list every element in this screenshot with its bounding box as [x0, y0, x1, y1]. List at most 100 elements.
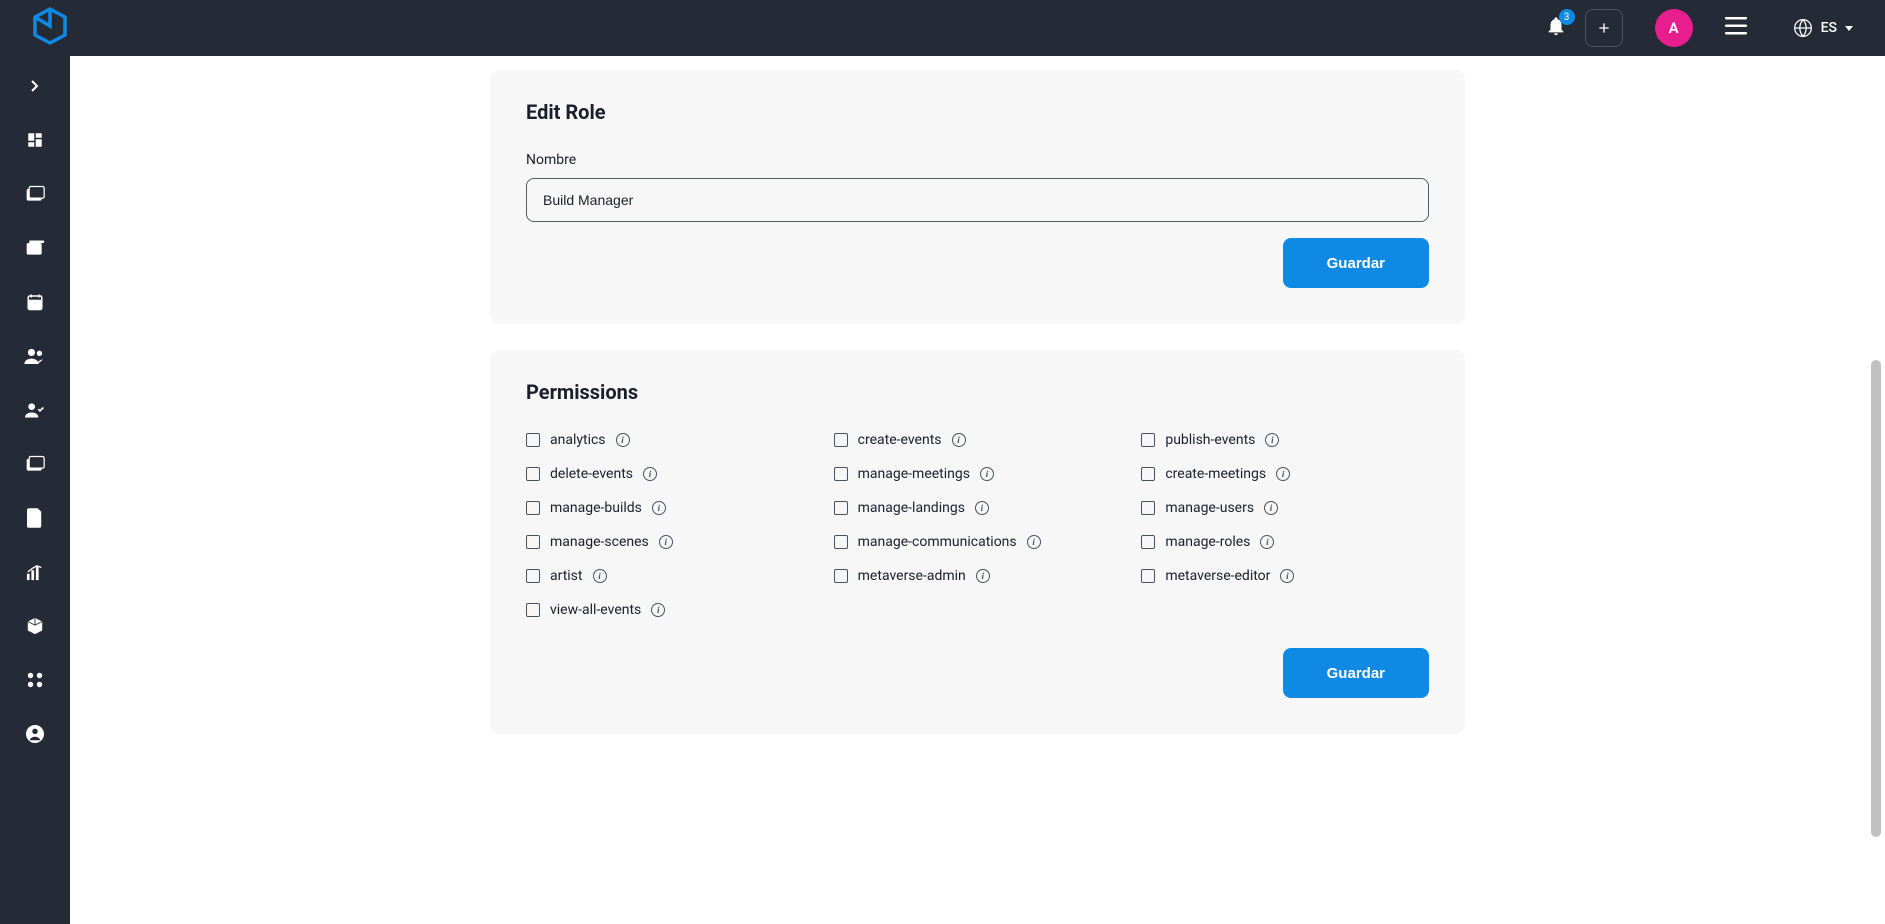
library-icon — [25, 239, 45, 257]
permissions-card: Permissions analyticscreate-eventspublis… — [490, 350, 1465, 734]
permission-label: publish-events — [1165, 432, 1255, 448]
permission-label: manage-meetings — [858, 466, 970, 482]
info-icon[interactable] — [976, 569, 990, 583]
sidebar-item-builds[interactable] — [23, 614, 47, 638]
language-code: ES — [1821, 20, 1837, 36]
notification-badge: 3 — [1559, 9, 1575, 25]
sidebar-item-documents[interactable] — [23, 506, 47, 530]
sidebar-nav — [0, 56, 70, 924]
app-header: 3 A ES — [0, 0, 1885, 56]
add-button[interactable] — [1585, 9, 1623, 47]
notifications-button[interactable]: 3 — [1545, 15, 1567, 41]
sidebar-item-media[interactable] — [23, 182, 47, 206]
info-icon[interactable] — [1260, 535, 1274, 549]
permission-checkbox[interactable] — [1141, 433, 1155, 447]
permission-checkbox[interactable] — [834, 535, 848, 549]
sidebar-item-photos[interactable] — [23, 452, 47, 476]
sidebar-item-user-check[interactable] — [23, 398, 47, 422]
image-stack-icon — [25, 185, 45, 203]
permission-checkbox[interactable] — [526, 467, 540, 481]
save-role-button[interactable]: Guardar — [1283, 238, 1429, 288]
chevron-down-icon — [1845, 26, 1853, 31]
info-icon[interactable] — [1280, 569, 1294, 583]
permission-checkbox[interactable] — [834, 501, 848, 515]
info-icon[interactable] — [1276, 467, 1290, 481]
sidebar-item-calendar[interactable] — [23, 290, 47, 314]
permission-label: manage-builds — [550, 500, 642, 516]
permission-item: create-events — [834, 432, 1122, 448]
permission-checkbox[interactable] — [526, 433, 540, 447]
permission-checkbox[interactable] — [526, 501, 540, 515]
permission-checkbox[interactable] — [526, 603, 540, 617]
info-icon[interactable] — [616, 433, 630, 447]
permission-label: manage-scenes — [550, 534, 649, 550]
info-icon[interactable] — [659, 535, 673, 549]
permission-item: create-meetings — [1141, 466, 1429, 482]
info-icon[interactable] — [652, 501, 666, 515]
sidebar-item-users[interactable] — [23, 344, 47, 368]
permission-label: create-events — [858, 432, 942, 448]
permission-item: manage-scenes — [526, 534, 814, 550]
permission-item: publish-events — [1141, 432, 1429, 448]
apps-icon — [26, 671, 44, 689]
language-selector[interactable]: ES — [1793, 18, 1853, 38]
permission-item: metaverse-editor — [1141, 568, 1429, 584]
permission-item: manage-roles — [1141, 534, 1429, 550]
save-permissions-button[interactable]: Guardar — [1283, 648, 1429, 698]
info-icon[interactable] — [593, 569, 607, 583]
permission-checkbox[interactable] — [834, 433, 848, 447]
scrollbar[interactable] — [1869, 56, 1883, 924]
info-icon[interactable] — [1264, 501, 1278, 515]
info-icon[interactable] — [643, 467, 657, 481]
permission-label: manage-landings — [858, 500, 965, 516]
info-icon[interactable] — [1027, 535, 1041, 549]
info-icon[interactable] — [980, 467, 994, 481]
permission-item: manage-builds — [526, 500, 814, 516]
menu-toggle[interactable] — [1725, 17, 1747, 39]
permission-label: delete-events — [550, 466, 633, 482]
sidebar-item-analytics[interactable] — [23, 560, 47, 584]
info-icon[interactable] — [952, 433, 966, 447]
account-circle-icon — [26, 725, 44, 743]
sidebar-expand[interactable] — [23, 74, 47, 98]
permission-checkbox[interactable] — [526, 535, 540, 549]
calendar-icon — [26, 293, 44, 311]
plus-icon — [1596, 20, 1612, 36]
info-icon[interactable] — [651, 603, 665, 617]
permission-checkbox[interactable] — [834, 569, 848, 583]
sidebar-item-apps[interactable] — [23, 668, 47, 692]
scrollbar-thumb[interactable] — [1871, 360, 1881, 837]
sidebar-item-account[interactable] — [23, 722, 47, 746]
permission-checkbox[interactable] — [1141, 569, 1155, 583]
permission-item: metaverse-admin — [834, 568, 1122, 584]
permission-checkbox[interactable] — [834, 467, 848, 481]
permission-checkbox[interactable] — [1141, 467, 1155, 481]
info-icon[interactable] — [975, 501, 989, 515]
permission-item: artist — [526, 568, 814, 584]
sidebar-item-library[interactable] — [23, 236, 47, 260]
permission-checkbox[interactable] — [1141, 535, 1155, 549]
chart-icon — [26, 563, 44, 581]
permission-checkbox[interactable] — [1141, 501, 1155, 515]
user-avatar[interactable]: A — [1655, 9, 1693, 47]
permission-label: artist — [550, 568, 583, 584]
permission-label: view-all-events — [550, 602, 641, 618]
permission-checkbox[interactable] — [526, 569, 540, 583]
document-icon — [27, 508, 43, 528]
permission-label: manage-roles — [1165, 534, 1250, 550]
dashboard-icon — [26, 131, 44, 149]
users-icon — [24, 348, 46, 364]
globe-icon — [1793, 18, 1813, 38]
permission-item: view-all-events — [526, 602, 814, 618]
permission-label: analytics — [550, 432, 606, 448]
role-name-input[interactable] — [526, 178, 1429, 222]
edit-role-title: Edit Role — [526, 100, 1429, 124]
edit-role-card: Edit Role Nombre Guardar — [490, 70, 1465, 324]
avatar-letter: A — [1669, 19, 1679, 37]
info-icon[interactable] — [1265, 433, 1279, 447]
name-field-label: Nombre — [526, 152, 1429, 168]
permission-item: manage-landings — [834, 500, 1122, 516]
sidebar-item-dashboard[interactable] — [23, 128, 47, 152]
app-logo[interactable] — [30, 8, 70, 48]
permissions-grid: analytics create-events publish-events dele… — [526, 432, 1429, 618]
